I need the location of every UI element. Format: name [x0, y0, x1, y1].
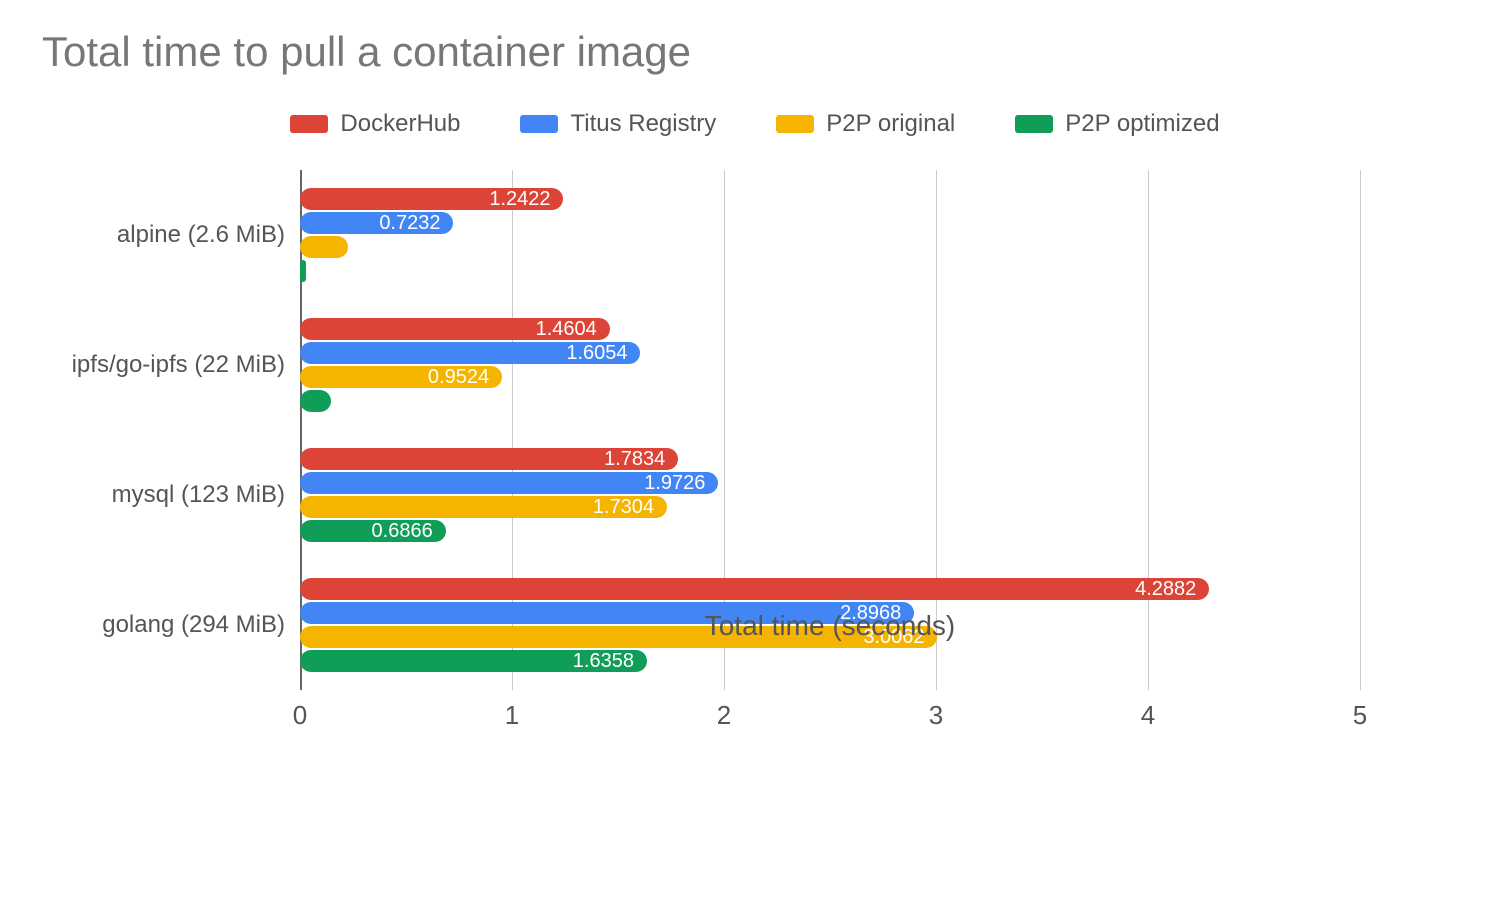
- bar: 1.4604: [300, 318, 610, 340]
- bar-value-label: 1.6054: [566, 342, 627, 364]
- legend: DockerHub Titus Registry P2P original P2…: [0, 110, 1510, 138]
- bar: 1.9726: [300, 472, 718, 494]
- y-tick-label: golang (294 MiB): [25, 611, 285, 639]
- x-axis-label: Total time (seconds): [300, 610, 1360, 642]
- gridline: [1360, 170, 1361, 690]
- bar: 1.2422: [300, 188, 563, 210]
- category-group: mysql (123 MiB)1.78341.97261.73040.6866: [300, 448, 1360, 542]
- legend-item-p2p-optimized: P2P optimized: [1015, 110, 1219, 138]
- bar: 0.1484: [300, 390, 331, 412]
- bar-value-label: 225: [354, 236, 387, 258]
- bar: 1.7304: [300, 496, 667, 518]
- bar: 0.6866: [300, 520, 446, 542]
- bar: 225: [300, 236, 348, 258]
- legend-label: P2P optimized: [1065, 110, 1219, 138]
- legend-item-titus: Titus Registry: [520, 110, 716, 138]
- bar-value-label: 1.9726: [644, 472, 705, 494]
- bar: 0.9524: [300, 366, 502, 388]
- bar: 0.029: [300, 260, 306, 282]
- bar-value-label: 0.9524: [428, 366, 489, 388]
- x-tick-label: 4: [1141, 700, 1155, 731]
- legend-label: Titus Registry: [570, 110, 716, 138]
- bar-value-label: 0.1484: [337, 390, 398, 412]
- bar: 0.7232: [300, 212, 453, 234]
- bar-value-label: 0.029: [312, 260, 362, 282]
- bar-value-label: 1.4604: [536, 318, 597, 340]
- legend-item-dockerhub: DockerHub: [290, 110, 460, 138]
- x-tick-label: 1: [505, 700, 519, 731]
- legend-label: DockerHub: [340, 110, 460, 138]
- bar-value-label: 1.7304: [593, 496, 654, 518]
- bar-value-label: 1.2422: [489, 188, 550, 210]
- bar-value-label: 4.2882: [1135, 578, 1196, 600]
- x-tick-label: 5: [1353, 700, 1367, 731]
- category-group: ipfs/go-ipfs (22 MiB)1.46041.60540.95240…: [300, 318, 1360, 412]
- y-tick-label: ipfs/go-ipfs (22 MiB): [25, 351, 285, 379]
- y-tick-label: alpine (2.6 MiB): [25, 221, 285, 249]
- bar-value-label: 0.6866: [372, 520, 433, 542]
- chart-title: Total time to pull a container image: [42, 28, 691, 76]
- y-tick-label: mysql (123 MiB): [25, 481, 285, 509]
- x-tick-label: 0: [293, 700, 307, 731]
- legend-item-p2p-original: P2P original: [776, 110, 955, 138]
- bar: 1.6358: [300, 650, 647, 672]
- bar: 1.6054: [300, 342, 640, 364]
- bar: 1.7834: [300, 448, 678, 470]
- x-tick-label: 2: [717, 700, 731, 731]
- swatch-icon: [520, 115, 558, 133]
- legend-label: P2P original: [826, 110, 955, 138]
- chart: Total time to pull a container image Doc…: [0, 0, 1510, 900]
- bar: 4.2882: [300, 578, 1209, 600]
- swatch-icon: [290, 115, 328, 133]
- x-tick-label: 3: [929, 700, 943, 731]
- swatch-icon: [776, 115, 814, 133]
- bar-value-label: 1.6358: [573, 650, 634, 672]
- category-group: alpine (2.6 MiB)1.24220.72322250.029: [300, 188, 1360, 282]
- swatch-icon: [1015, 115, 1053, 133]
- bar-value-label: 1.7834: [604, 448, 665, 470]
- bar-value-label: 0.7232: [379, 212, 440, 234]
